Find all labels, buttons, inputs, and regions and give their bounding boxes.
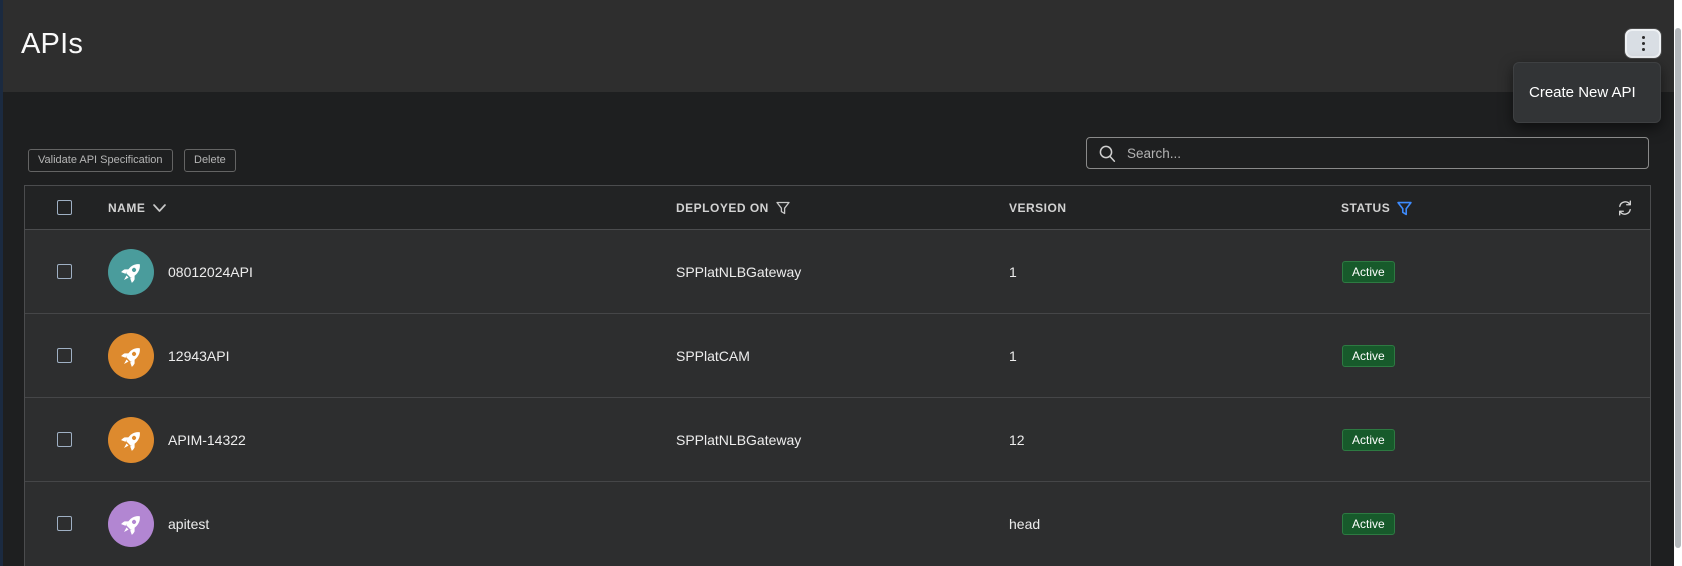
- row-checkbox[interactable]: [57, 516, 72, 531]
- kebab-dropdown-menu: Create New API: [1513, 62, 1661, 123]
- api-version: head: [1009, 516, 1041, 532]
- row-checkbox[interactable]: [57, 432, 72, 447]
- chevron-down-icon: [153, 204, 167, 212]
- api-status: Active: [1342, 230, 1395, 314]
- column-header-name[interactable]: NAME: [108, 186, 167, 230]
- filter-icon-active[interactable]: [1397, 201, 1412, 216]
- status-badge: Active: [1342, 345, 1395, 367]
- api-name[interactable]: APIM-14322: [168, 398, 246, 482]
- api-avatar: [108, 501, 154, 547]
- apis-table: NAME DEPLOYED ON VERSION STATUS 08012024…: [24, 185, 1651, 566]
- kebab-vertical-dots-icon: [1641, 36, 1645, 51]
- api-status: Active: [1342, 314, 1395, 398]
- status-badge: Active: [1342, 429, 1395, 451]
- api-avatar: [108, 249, 154, 295]
- api-avatar: [108, 333, 154, 379]
- api-version: 1: [1009, 348, 1017, 364]
- column-label-status: STATUS: [1341, 201, 1391, 215]
- api-status: Active: [1342, 482, 1395, 566]
- api-version: 1: [1009, 264, 1017, 280]
- api-avatar: [108, 417, 154, 463]
- api-version: 12: [1009, 432, 1025, 448]
- row-checkbox[interactable]: [57, 264, 72, 279]
- app-window: APIs Create New API Validate API Specifi…: [0, 0, 1682, 566]
- validate-api-specification-button[interactable]: Validate API Specification: [28, 149, 173, 172]
- column-label-name: NAME: [108, 201, 146, 215]
- select-all-checkbox[interactable]: [57, 200, 72, 215]
- rocket-icon: [120, 263, 140, 283]
- filter-icon[interactable]: [776, 201, 790, 215]
- table-header-row: NAME DEPLOYED ON VERSION STATUS: [25, 186, 1650, 230]
- vertical-scrollbar[interactable]: [1674, 0, 1682, 566]
- delete-button[interactable]: Delete: [184, 149, 236, 172]
- refresh-icon[interactable]: [1616, 199, 1634, 217]
- api-status: Active: [1342, 398, 1395, 482]
- column-header-status[interactable]: STATUS: [1341, 186, 1412, 230]
- search-box[interactable]: [1086, 137, 1649, 169]
- api-name[interactable]: apitest: [168, 482, 209, 566]
- menu-item-create-new-api[interactable]: Create New API: [1514, 84, 1636, 101]
- column-header-deployed-on[interactable]: DEPLOYED ON: [676, 186, 790, 230]
- api-name[interactable]: 08012024API: [168, 230, 253, 314]
- api-deployed-on: SPPlatNLBGateway: [676, 264, 802, 280]
- row-checkbox[interactable]: [57, 348, 72, 363]
- status-badge: Active: [1342, 513, 1395, 535]
- search-icon: [1099, 145, 1116, 162]
- table-row[interactable]: APIM-14322 SPPlatNLBGateway 12 Active: [25, 398, 1650, 482]
- status-badge: Active: [1342, 261, 1395, 283]
- rocket-icon: [120, 515, 140, 535]
- scrollbar-thumb[interactable]: [1675, 28, 1681, 548]
- api-deployed-on: SPPlatCAM: [676, 348, 750, 364]
- api-name[interactable]: 12943API: [168, 314, 230, 398]
- column-header-version[interactable]: VERSION: [1009, 186, 1067, 230]
- page-header: APIs: [3, 0, 1674, 92]
- kebab-menu-button[interactable]: [1625, 29, 1661, 58]
- table-row[interactable]: 08012024API SPPlatNLBGateway 1 Active: [25, 230, 1650, 314]
- page-title: APIs: [21, 28, 84, 60]
- column-label-deployed-on: DEPLOYED ON: [676, 201, 769, 215]
- table-row[interactable]: apitest head Active: [25, 482, 1650, 566]
- table-row[interactable]: 12943API SPPlatCAM 1 Active: [25, 314, 1650, 398]
- rocket-icon: [120, 431, 140, 451]
- table-body: 08012024API SPPlatNLBGateway 1 Active 12…: [25, 230, 1650, 566]
- api-deployed-on: SPPlatNLBGateway: [676, 432, 802, 448]
- rocket-icon: [120, 347, 140, 367]
- search-input[interactable]: [1127, 145, 1648, 161]
- column-label-version: VERSION: [1009, 201, 1067, 215]
